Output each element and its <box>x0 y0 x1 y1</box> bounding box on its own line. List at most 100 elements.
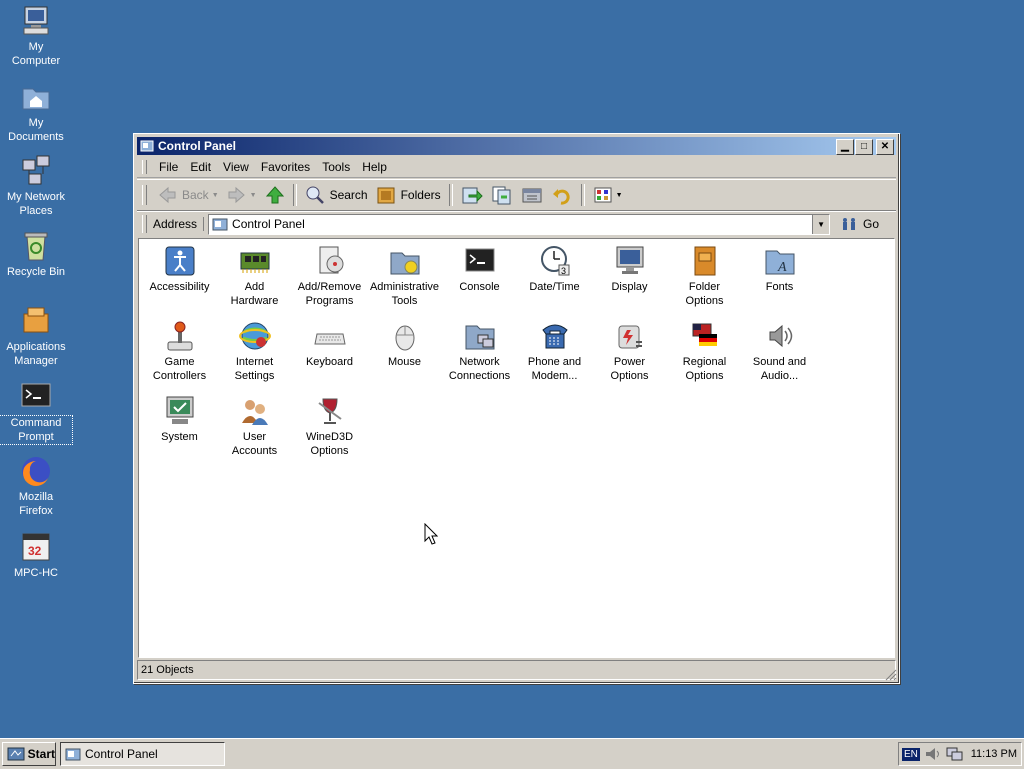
desktop-icon-label: Prompt <box>18 431 54 443</box>
chevron-down-icon[interactable]: ▼ <box>212 192 219 199</box>
address-dropdown-button[interactable]: ▼ <box>812 214 830 234</box>
menu-view[interactable]: View <box>217 160 255 174</box>
applet-date-time[interactable]: 3 Date/Time <box>517 245 592 320</box>
volume-icon[interactable] <box>924 746 942 762</box>
back-arrow-icon <box>159 186 176 204</box>
menu-favorites[interactable]: Favorites <box>255 160 316 174</box>
desktop-icon-applications-manager[interactable]: Applications Manager <box>0 304 72 368</box>
minimize-button[interactable]: ▁ <box>836 139 854 155</box>
applet-mouse[interactable]: Mouse <box>367 320 442 395</box>
desktop-icon-recycle-bin[interactable]: Recycle Bin <box>0 229 72 279</box>
move-to-button[interactable] <box>457 182 487 208</box>
minimize-icon: ▁ <box>841 141 849 152</box>
speaker-icon <box>769 324 792 348</box>
desktop-icon-label: Command <box>10 417 62 429</box>
regional-options-icon <box>692 323 717 346</box>
recycle-bin-icon <box>19 229 53 263</box>
folders-button[interactable]: Folders <box>372 182 445 208</box>
applet-label: Console <box>459 281 500 293</box>
move-to-icon <box>462 187 483 204</box>
applet-display[interactable]: Display <box>592 245 667 320</box>
network-status-icon[interactable] <box>946 746 964 762</box>
applet-label: Options <box>685 295 724 307</box>
applet-internet-settings[interactable]: Internet Settings <box>217 320 292 395</box>
power-options-icon <box>618 325 642 349</box>
applet-label: Keyboard <box>305 356 354 368</box>
toolbar-grip[interactable] <box>142 160 147 174</box>
applet-game-controllers[interactable]: Game Controllers <box>142 320 217 395</box>
maximize-button[interactable]: □ <box>855 139 873 155</box>
wine-glass-icon <box>317 398 342 424</box>
menu-file[interactable]: File <box>153 160 184 174</box>
desktop-icon-my-documents[interactable]: My Documents <box>0 80 72 144</box>
chevron-down-icon[interactable]: ▼ <box>616 192 623 199</box>
chevron-down-icon[interactable]: ▼ <box>250 192 257 199</box>
accessibility-icon <box>165 246 194 276</box>
views-button[interactable]: ▼ <box>589 182 627 208</box>
address-field[interactable]: Control Panel ▼ <box>208 213 831 235</box>
menu-help[interactable]: Help <box>356 160 393 174</box>
applet-label: Add <box>244 281 265 293</box>
search-button[interactable]: Search <box>301 182 372 208</box>
go-button[interactable]: Go <box>840 216 879 232</box>
window-titlebar[interactable]: Control Panel ▁ □ ✕ <box>137 137 896 155</box>
applet-accessibility[interactable]: Accessibility <box>142 245 217 320</box>
applet-keyboard[interactable]: Keyboard <box>292 320 367 395</box>
applet-folder-options[interactable]: Folder Options <box>667 245 742 320</box>
applet-label: Options <box>610 370 649 382</box>
desktop-icon-my-computer[interactable]: My Computer <box>0 4 72 68</box>
back-label: Back <box>182 188 209 202</box>
toolbar-grip[interactable] <box>142 215 147 233</box>
back-button[interactable]: Back ▼ <box>153 182 223 208</box>
language-indicator[interactable]: EN <box>902 747 920 761</box>
desktop-icon-command-prompt[interactable]: Command Prompt <box>0 380 73 445</box>
toolbar-grip[interactable] <box>142 185 147 205</box>
applet-administrative-tools[interactable]: Administrative Tools <box>367 245 442 320</box>
network-connections-icon <box>465 325 494 350</box>
applet-network-connections[interactable]: Network Connections <box>442 320 517 395</box>
clock[interactable]: 11:13 PM <box>971 748 1017 760</box>
undo-button[interactable] <box>547 182 577 208</box>
forward-button[interactable]: ▼ <box>223 182 261 208</box>
forward-arrow-icon <box>228 186 245 204</box>
system-icon <box>166 396 193 424</box>
applet-system[interactable]: System <box>142 395 217 470</box>
applet-fonts[interactable]: A Fonts <box>742 245 817 320</box>
applet-add-remove-programs[interactable]: Add/Remove Programs <box>292 245 367 320</box>
applet-add-hardware[interactable]: Add Hardware <box>217 245 292 320</box>
system-tray: EN 11:13 PM <box>898 742 1022 766</box>
start-button[interactable]: Start <box>2 742 56 766</box>
control-panel-window[interactable]: Control Panel ▁ □ ✕ File Edit View Favor… <box>133 133 900 684</box>
applet-regional-options[interactable]: Regional Options <box>667 320 742 395</box>
up-button[interactable] <box>261 182 289 208</box>
firefox-icon <box>19 454 53 488</box>
applet-label: Modem... <box>531 370 578 382</box>
display-icon <box>616 246 643 274</box>
desktop-icon-mozilla-firefox[interactable]: Mozilla Firefox <box>0 454 72 518</box>
desktop-icon-label: My Network <box>6 191 66 203</box>
status-bar: 21 Objects <box>137 660 896 680</box>
desktop-icon-label: Recycle Bin <box>6 266 66 278</box>
applet-console[interactable]: Console <box>442 245 517 320</box>
keyboard-icon <box>313 333 346 345</box>
menu-edit[interactable]: Edit <box>184 160 217 174</box>
desktop-icon-my-network-places[interactable]: My Network Places <box>0 154 72 218</box>
toolbar-separator <box>448 184 453 206</box>
taskbar-button-control-panel[interactable]: Control Panel <box>60 742 225 766</box>
applet-wined3d-options[interactable]: WineD3D Options <box>292 395 367 470</box>
control-panel-content[interactable]: Accessibility Add Hardware Add/Remove Pr… <box>138 238 895 658</box>
delete-button[interactable] <box>517 182 547 208</box>
desktop-icon-label: Manager <box>14 355 58 367</box>
desktop-icon-mpc-hc[interactable]: 32 MPC-HC <box>0 530 72 580</box>
taskbar: Start Control Panel EN 11:13 PM <box>0 738 1024 769</box>
applet-phone-and-modem[interactable]: Phone and Modem... <box>517 320 592 395</box>
menu-tools[interactable]: Tools <box>316 160 356 174</box>
close-button[interactable]: ✕ <box>876 139 894 155</box>
applet-label: Game <box>164 356 195 368</box>
applet-power-options[interactable]: Power Options <box>592 320 667 395</box>
applet-sound-and-audio[interactable]: Sound and Audio... <box>742 320 817 395</box>
resize-grip-icon[interactable] <box>885 669 897 681</box>
copy-to-button[interactable] <box>487 182 517 208</box>
toolbar-separator <box>580 184 585 206</box>
applet-user-accounts[interactable]: User Accounts <box>217 395 292 470</box>
